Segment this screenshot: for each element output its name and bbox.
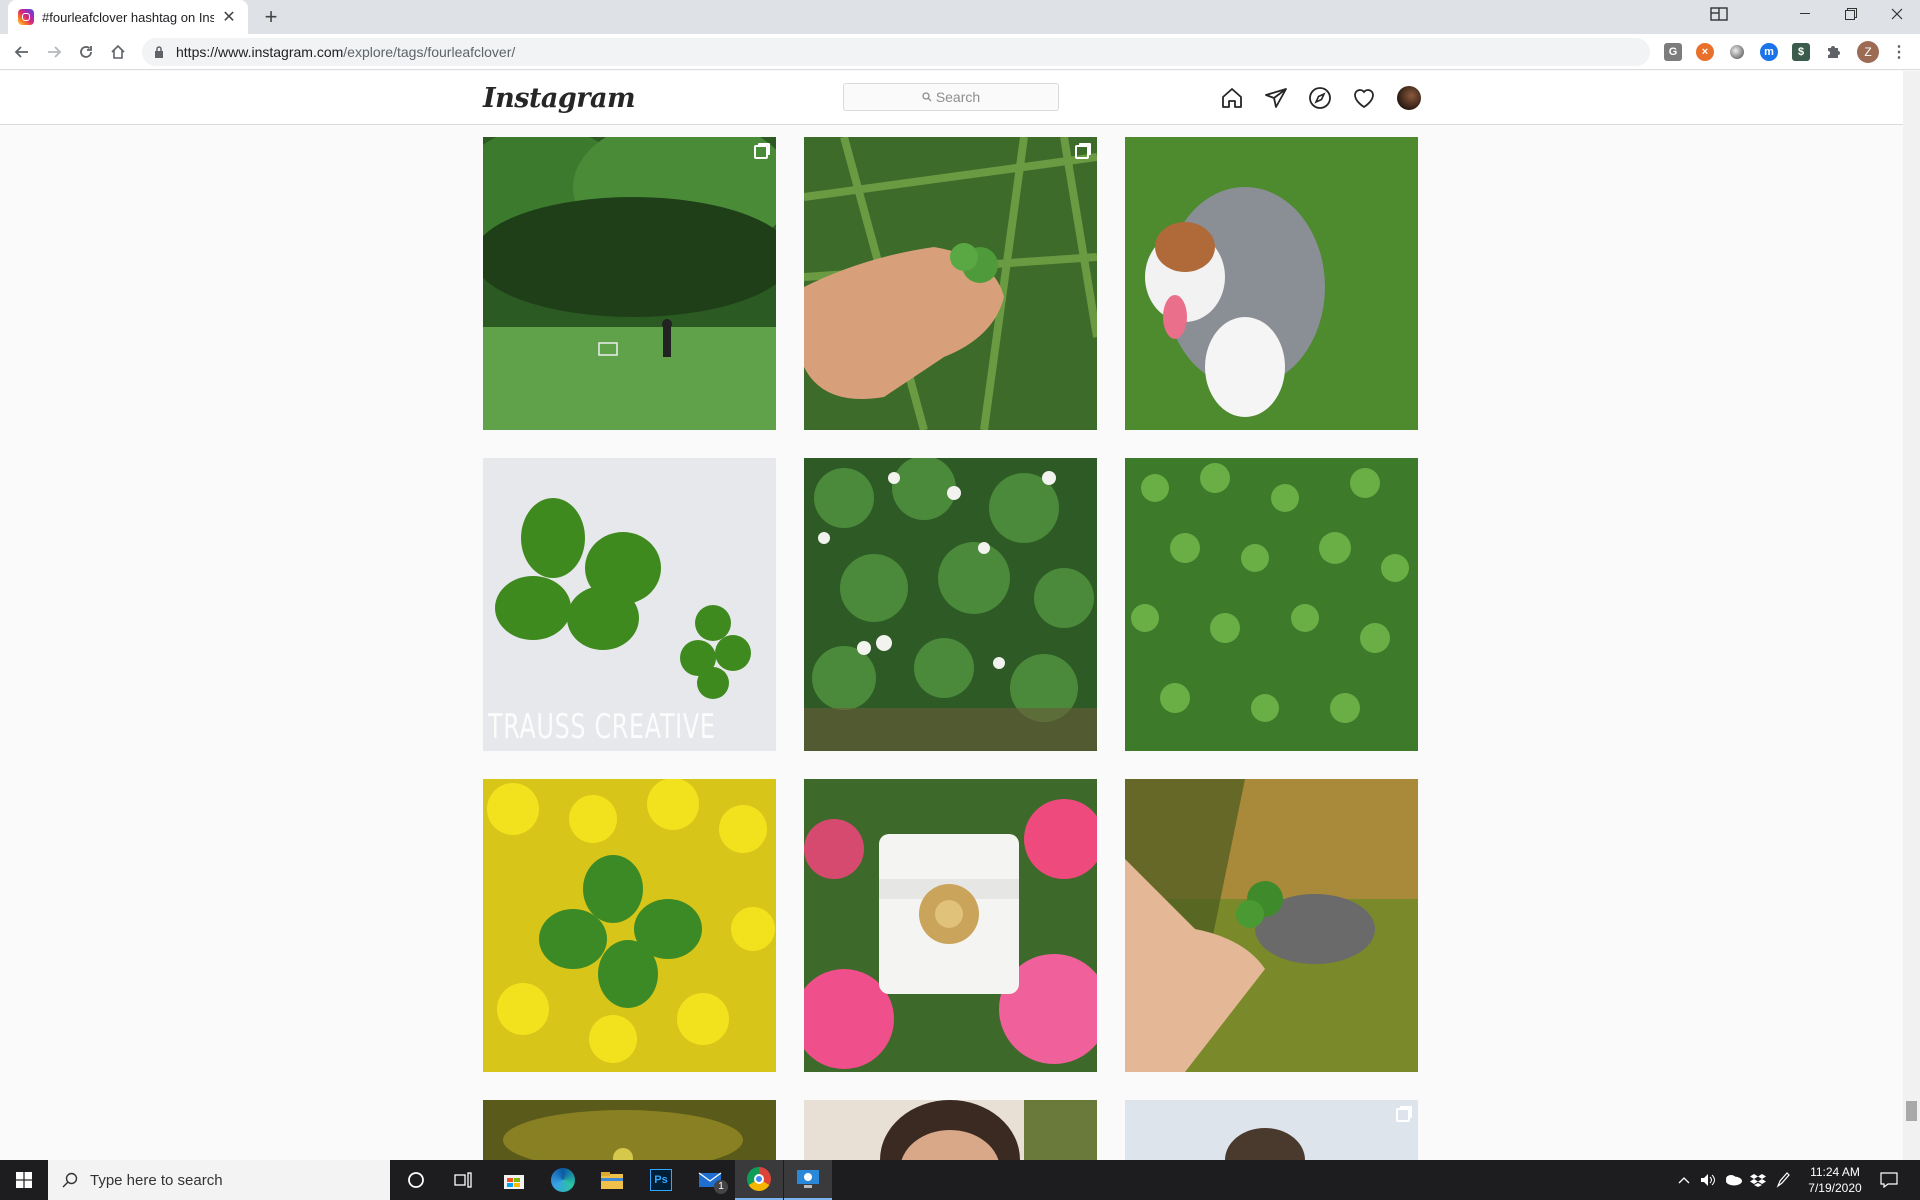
search-icon	[62, 1172, 78, 1188]
remote-desktop-icon[interactable]	[784, 1160, 832, 1200]
post-tile[interactable]: TRAUSS CREATIVE	[483, 458, 776, 751]
carousel-icon	[1396, 1108, 1410, 1122]
carousel-icon	[754, 145, 768, 159]
home-button[interactable]	[104, 38, 132, 66]
m-ext-icon[interactable]: m	[1760, 43, 1778, 61]
onedrive-icon[interactable]	[1724, 1160, 1742, 1200]
browser-tab[interactable]: #fourleafclover hashtag on Instag ✕	[8, 0, 248, 34]
instagram-logo[interactable]: Instagram	[483, 83, 636, 114]
pen-icon[interactable]	[1776, 1160, 1790, 1200]
close-window-button[interactable]	[1874, 0, 1920, 28]
post-image	[1125, 779, 1418, 1072]
instagram-favicon-icon	[18, 9, 34, 25]
home-icon[interactable]	[1220, 86, 1244, 110]
post-tile[interactable]	[804, 1100, 1097, 1160]
post-watermark: TRAUSS CREATIVE	[488, 707, 716, 747]
post-tile[interactable]	[1125, 1100, 1418, 1160]
clock-date: 7/19/2020	[1808, 1181, 1862, 1195]
post-tile[interactable]	[1125, 137, 1418, 430]
post-image	[1125, 458, 1418, 751]
windows-start-icon[interactable]	[0, 1160, 48, 1200]
page-scrollbar[interactable]	[1903, 71, 1920, 1160]
profile-avatar[interactable]: Z	[1857, 41, 1879, 63]
volume-icon[interactable]	[1700, 1160, 1716, 1200]
post-tile[interactable]	[483, 1100, 776, 1160]
block-icon[interactable]: ×	[1696, 43, 1714, 61]
search-placeholder: Search	[935, 89, 981, 105]
chrome-icon[interactable]	[735, 1160, 783, 1200]
windows-taskbar: Type here to search Ps 1 11:24 AM 7/19/2…	[0, 1160, 1920, 1200]
bookmark-ext-icon[interactable]: $	[1792, 43, 1810, 61]
mail-icon[interactable]: 1	[686, 1160, 734, 1200]
lock-icon	[155, 46, 163, 58]
system-clock[interactable]: 11:24 AM 7/19/2020	[1798, 1164, 1872, 1196]
avatar[interactable]	[1397, 86, 1421, 110]
heart-icon[interactable]	[1352, 86, 1376, 110]
tab-title: #fourleafclover hashtag on Instag	[42, 9, 214, 25]
post-tile[interactable]	[483, 779, 776, 1072]
taskbar-search-input[interactable]: Type here to search	[48, 1160, 390, 1200]
post-image	[1125, 1100, 1418, 1160]
tray-chevron-icon[interactable]	[1678, 1160, 1690, 1200]
post-tile[interactable]	[804, 458, 1097, 751]
browser-toolbar: https://www.instagram.com/explore/tags/f…	[0, 34, 1920, 70]
photoshop-icon[interactable]: Ps	[637, 1160, 685, 1200]
taskbar-search-placeholder: Type here to search	[90, 1171, 223, 1189]
new-tab-button[interactable]: +	[258, 4, 284, 30]
task-view-icon[interactable]	[440, 1160, 488, 1200]
scrollbar-thumb[interactable]	[1906, 1101, 1917, 1121]
post-image	[1125, 137, 1418, 430]
file-explorer-icon[interactable]	[588, 1160, 636, 1200]
browser-menu-icon[interactable]: ⋮	[1890, 43, 1908, 61]
clock-time: 11:24 AM	[1810, 1165, 1860, 1179]
search-input[interactable]: Search	[843, 83, 1059, 111]
forward-button[interactable]	[40, 38, 68, 66]
notifications-icon[interactable]	[1880, 1160, 1898, 1200]
reload-button[interactable]	[72, 38, 100, 66]
dropbox-icon[interactable]	[1750, 1160, 1766, 1200]
post-image	[483, 779, 776, 1072]
search-icon	[922, 92, 932, 102]
restore-button[interactable]	[1828, 0, 1874, 28]
instagram-header: Instagram Search	[0, 71, 1920, 125]
tab-close-icon[interactable]: ✕	[220, 7, 238, 27]
post-tile[interactable]	[804, 137, 1097, 430]
edge-icon[interactable]	[539, 1160, 587, 1200]
post-image	[804, 137, 1097, 430]
post-tile[interactable]	[1125, 779, 1418, 1072]
post-tile[interactable]	[804, 779, 1097, 1072]
post-image	[804, 1100, 1097, 1160]
post-image	[804, 779, 1097, 1072]
puzzle-icon[interactable]	[1824, 43, 1842, 61]
post-image	[483, 137, 776, 430]
back-button[interactable]	[8, 38, 36, 66]
direct-icon[interactable]	[1264, 86, 1288, 110]
browser-tab-strip: #fourleafclover hashtag on Instag ✕ +	[0, 0, 1920, 34]
post-image	[804, 458, 1097, 751]
minimize-button[interactable]	[1782, 0, 1828, 28]
circle-ext-icon[interactable]	[1728, 43, 1746, 61]
address-bar[interactable]: https://www.instagram.com/explore/tags/f…	[142, 38, 1650, 66]
post-image	[483, 1100, 776, 1160]
tab-search-icon[interactable]	[1696, 0, 1742, 28]
url-text: https://www.instagram.com/explore/tags/f…	[176, 44, 516, 60]
google-translate-icon[interactable]: G	[1664, 43, 1682, 61]
mail-badge: 1	[714, 1180, 728, 1194]
carousel-icon	[1075, 145, 1089, 159]
explore-icon[interactable]	[1308, 86, 1332, 110]
post-tile[interactable]	[483, 137, 776, 430]
post-tile[interactable]	[1125, 458, 1418, 751]
store-icon[interactable]	[490, 1160, 538, 1200]
cortana-icon[interactable]	[392, 1160, 440, 1200]
